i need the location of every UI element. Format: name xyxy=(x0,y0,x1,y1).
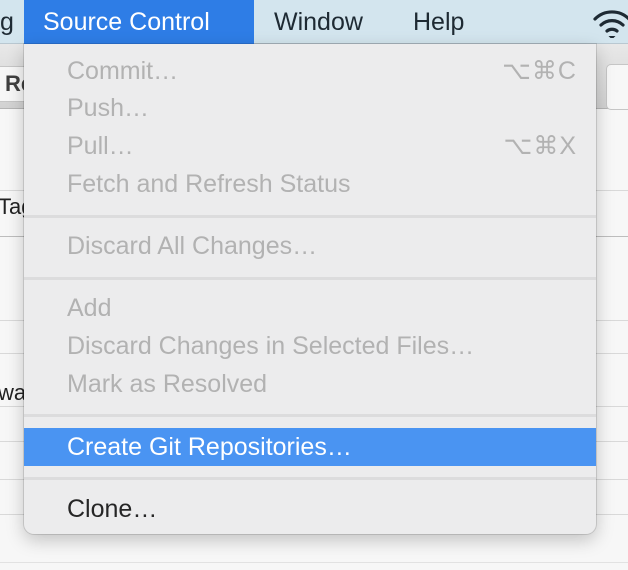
menubar-item-help[interactable]: Help xyxy=(395,0,482,44)
menu-item-push[interactable]: Push… xyxy=(24,89,596,127)
menu-item-label: Create Git Repositories… xyxy=(67,433,352,461)
menu-item-pull[interactable]: Pull… ⌥⌘X xyxy=(24,127,596,165)
menu-item-add[interactable]: Add xyxy=(24,289,596,327)
source-control-menu: Commit… ⌥⌘C Push… Pull… ⌥⌘X Fetch and Re… xyxy=(24,44,596,534)
menu-item-discard-all-changes[interactable]: Discard All Changes… xyxy=(24,227,596,265)
menu-item-label: Fetch and Refresh Status xyxy=(67,170,351,198)
menu-item-fetch-and-refresh-status[interactable]: Fetch and Refresh Status xyxy=(24,165,596,203)
menu-item-clone[interactable]: Clone… xyxy=(24,490,596,528)
menu-item-label: Discard All Changes… xyxy=(67,232,318,260)
toolbar-control[interactable] xyxy=(606,64,628,110)
menu-item-label: Pull… xyxy=(67,132,134,160)
menu-item-mark-as-resolved[interactable]: Mark as Resolved xyxy=(24,365,596,403)
menu-item-label: Add xyxy=(67,294,112,322)
menubar-item-source-control[interactable]: Source Control xyxy=(24,0,254,44)
menubar-item-window[interactable]: Window xyxy=(256,0,381,44)
menu-separator xyxy=(24,215,596,218)
menu-item-create-git-repositories[interactable]: Create Git Repositories… xyxy=(24,428,596,466)
menu-item-label: Push… xyxy=(67,94,149,122)
menu-item-label: Mark as Resolved xyxy=(67,370,268,398)
menu-item-discard-changes-in-selected-files[interactable]: Discard Changes in Selected Files… xyxy=(24,327,596,365)
row-divider xyxy=(0,562,628,563)
menu-item-label: Commit… xyxy=(67,57,179,85)
menu-separator xyxy=(24,277,596,280)
menu-separator xyxy=(24,414,596,417)
menu-item-shortcut: ⌥⌘X xyxy=(503,132,577,160)
menu-bar: g Source Control Window Help xyxy=(0,0,628,44)
menu-item-label: Discard Changes in Selected Files… xyxy=(67,332,475,360)
menu-item-label: Clone… xyxy=(67,495,158,523)
menu-item-shortcut: ⌥⌘C xyxy=(502,57,577,85)
menu-separator xyxy=(24,477,596,480)
wifi-icon[interactable] xyxy=(592,8,628,38)
row-text: wa xyxy=(0,380,27,405)
menu-item-commit[interactable]: Commit… ⌥⌘C xyxy=(24,52,596,90)
